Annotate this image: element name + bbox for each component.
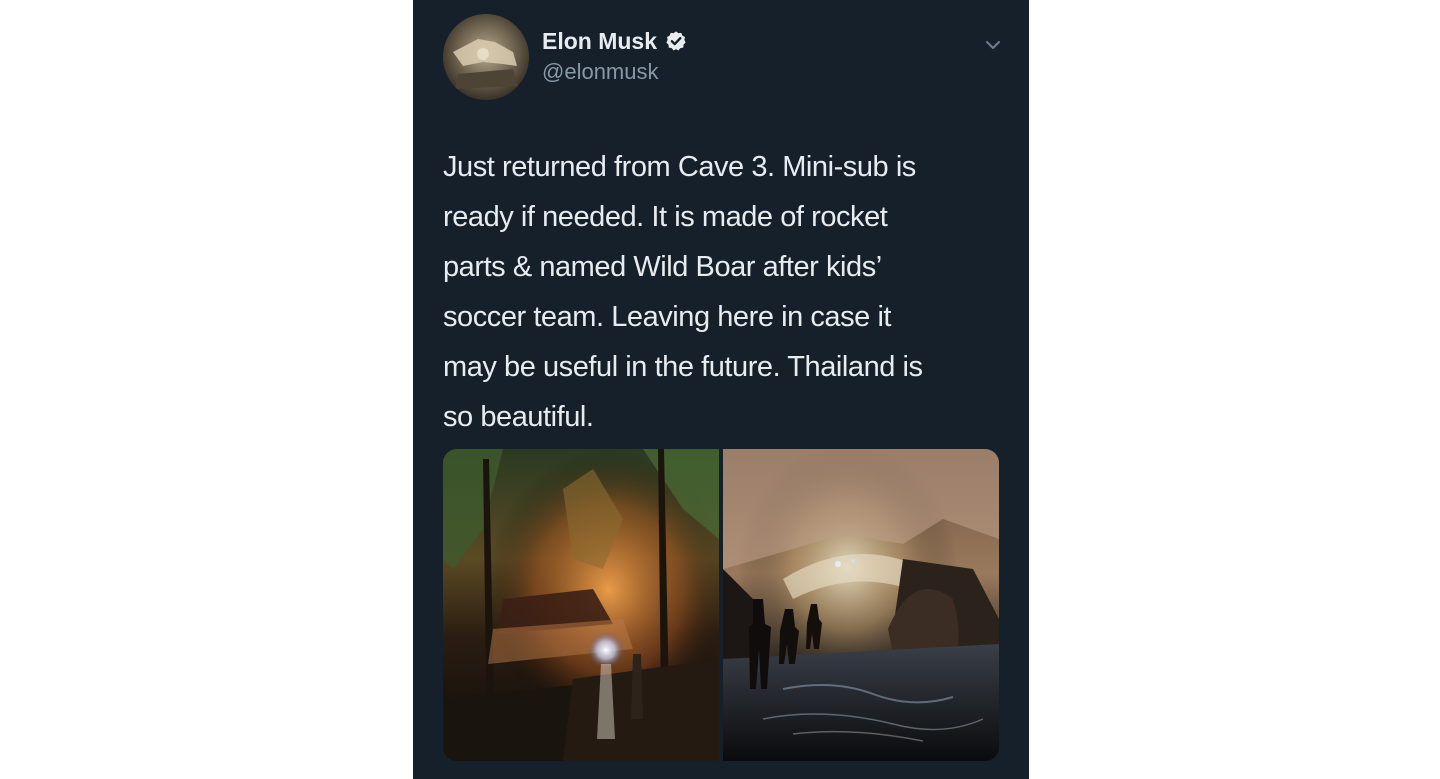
- tweet-card[interactable]: Elon Musk @elonmusk Just returned from C…: [413, 0, 1029, 779]
- verified-badge-icon: [665, 30, 687, 52]
- tweet-text-line: Just returned from Cave 3. Mini-sub is: [443, 151, 916, 183]
- tweet-text-line: soccer team. Leaving here in case it: [443, 301, 892, 333]
- tweet-menu-button[interactable]: [981, 33, 1005, 57]
- handle[interactable]: @elonmusk: [542, 58, 659, 86]
- tweet-text: Just returned from Cave 3. Mini-sub is r…: [443, 142, 1013, 442]
- avatar-image: [443, 14, 529, 100]
- media-grid: [443, 449, 999, 761]
- page: Elon Musk @elonmusk Just returned from C…: [0, 0, 1440, 779]
- jungle-night-photo[interactable]: [443, 449, 719, 761]
- tweet-text-line: may be useful in the future. Thailand is: [443, 351, 923, 383]
- author-name-row[interactable]: Elon Musk: [542, 27, 687, 55]
- cave-entrance-photo[interactable]: [723, 449, 999, 761]
- chevron-down-icon: [986, 41, 1000, 49]
- tweet-text-line: parts & named Wild Boar after kids’: [443, 251, 882, 283]
- avatar[interactable]: [443, 14, 529, 100]
- display-name[interactable]: Elon Musk: [542, 27, 657, 55]
- tweet-text-line: so beautiful.: [443, 401, 594, 433]
- tweet-text-line: ready if needed. It is made of rocket: [443, 201, 888, 233]
